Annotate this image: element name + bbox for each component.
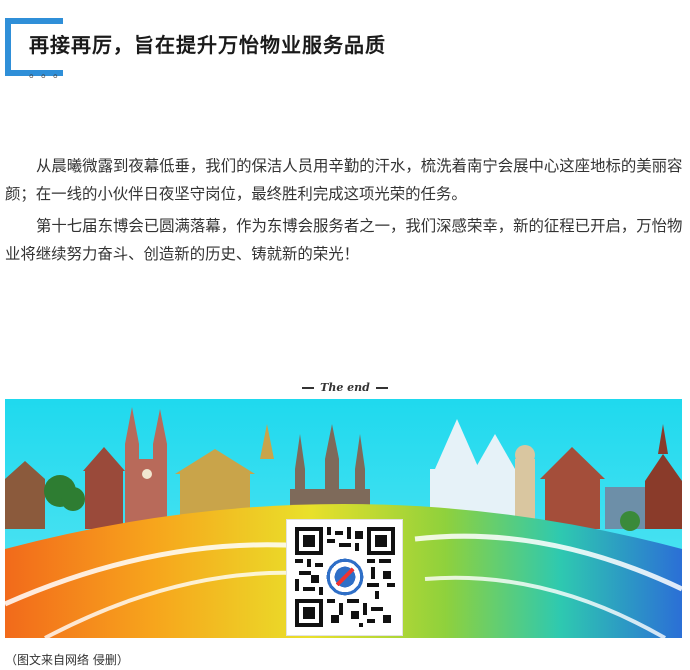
page-title: 再接再厉，旨在提升万怡物业服务品质 — [29, 33, 386, 57]
qr-code-card — [286, 519, 403, 636]
the-end-label: The end — [320, 381, 370, 394]
qr-code-icon — [295, 527, 395, 627]
the-end-divider: The end — [0, 377, 690, 396]
title-dots: 。。。 — [29, 66, 72, 80]
article-paragraph-1: 从晨曦微露到夜幕低垂，我们的保洁人员用辛勤的汗水，梳洗着南宁会展中心这座地标的美… — [5, 157, 683, 203]
article-paragraph-2: 第十七届东博会已圆满落幕，作为东博会服务者之一，我们深感荣幸，新的征程已开启，万… — [5, 217, 683, 263]
title-block: 再接再厉，旨在提升万怡物业服务品质 。。。 — [5, 18, 605, 80]
image-source-caption: （图文来自网络 侵删） — [5, 653, 129, 667]
